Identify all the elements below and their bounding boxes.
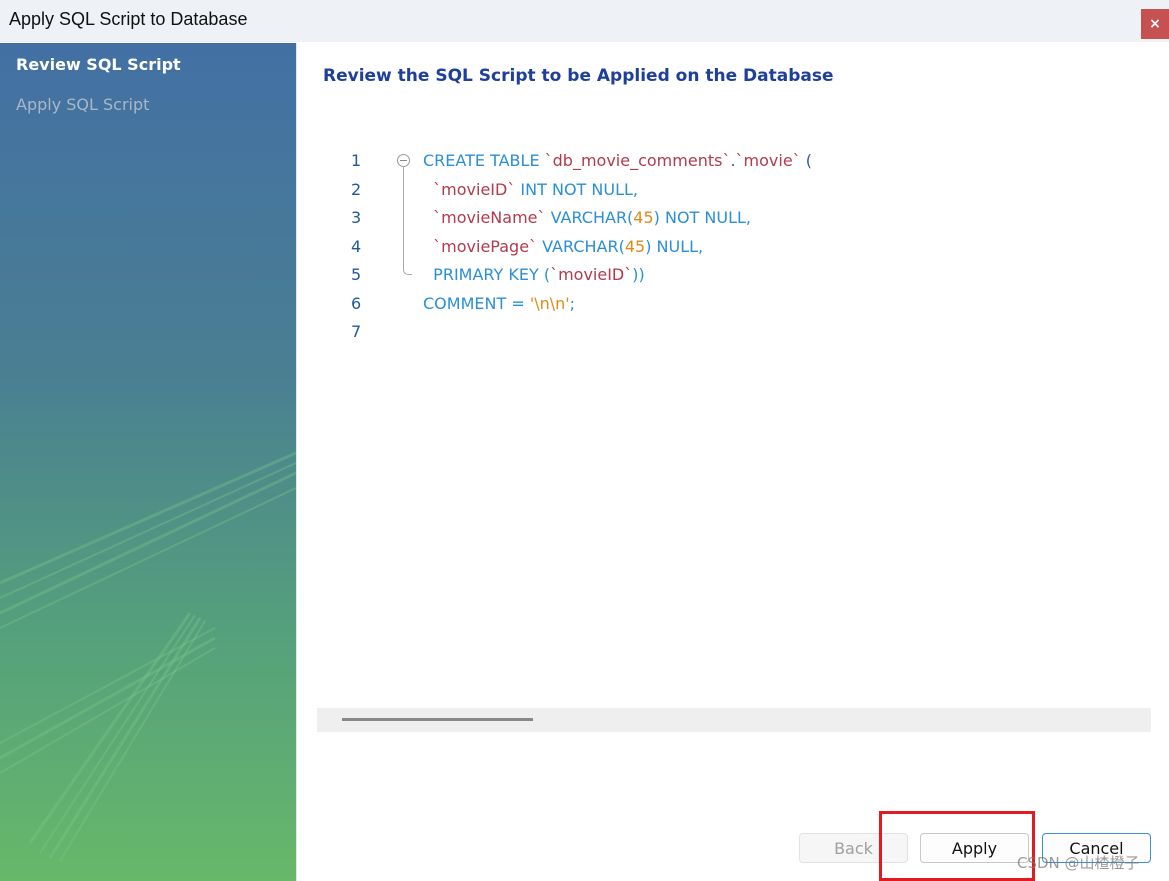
- code-text: PRIMARY KEY (`movieID`)): [423, 261, 645, 289]
- code-token: `db_movie_comments`: [544, 151, 731, 170]
- line-number: 5: [351, 265, 362, 284]
- window-title: Apply SQL Script to Database: [9, 9, 248, 29]
- code-line: 2 `movieID` INT NOT NULL,: [317, 176, 1151, 204]
- code-token: `movieID`: [423, 179, 516, 199]
- code-line: 3 `movieName` VARCHAR(45) NOT NULL,: [317, 204, 1151, 232]
- code-token: VARCHAR(: [537, 236, 625, 256]
- line-number: 4: [351, 236, 362, 256]
- close-button[interactable]: ×: [1141, 9, 1169, 39]
- code-token: `movieName`: [423, 208, 546, 227]
- code-token: ;: [569, 293, 576, 313]
- code-token: 45: [633, 208, 654, 227]
- code-token: 45: [624, 236, 646, 256]
- code-token: `movie`: [735, 151, 801, 170]
- page-heading: Review the SQL Script to be Applied on t…: [323, 66, 834, 86]
- sql-editor[interactable]: 1 CREATE TABLE `db_movie_comments`.`movie…: [317, 145, 1151, 705]
- code-line: 1 CREATE TABLE `db_movie_comments`.`movie…: [317, 147, 1151, 175]
- code-token: ) NOT NULL,: [653, 208, 751, 227]
- code-line: 5 PRIMARY KEY (`movieID`)): [317, 261, 1151, 289]
- line-number: 1: [351, 151, 362, 170]
- code-token: `moviePage`: [423, 236, 538, 256]
- code-token: COMMENT =: [423, 293, 530, 313]
- line-number: 3: [351, 208, 362, 227]
- line-number: 6: [351, 293, 362, 313]
- horizontal-scrollbar[interactable]: [317, 708, 1151, 732]
- sidebar-item-review-sql-script: Review SQL Script: [16, 55, 181, 74]
- annotation-highlight-box: [879, 811, 1035, 881]
- watermark: CSDN @山楂橙子: [1017, 854, 1140, 872]
- code-token: INT NOT NULL,: [515, 179, 638, 199]
- code-line: 4 `moviePage` VARCHAR(45) NULL,: [317, 233, 1151, 261]
- code-token: CREATE TABLE: [423, 151, 545, 170]
- code-text: COMMENT = '\n\n';: [423, 290, 575, 318]
- fold-guide-end: [403, 268, 412, 275]
- line-number: 2: [351, 179, 362, 199]
- code-line: 6 COMMENT = '\n\n';: [317, 290, 1151, 318]
- code-token: VARCHAR(: [545, 208, 634, 227]
- code-token: ) NULL,: [645, 236, 704, 256]
- code-token: (: [800, 151, 812, 170]
- code-line: 7: [317, 318, 1151, 346]
- close-icon: ×: [1149, 16, 1161, 32]
- line-number: 7: [351, 322, 362, 341]
- wizard-sidebar: Review SQL Script Apply SQL Script: [0, 43, 296, 881]
- decorative-background: [0, 451, 296, 862]
- code-token: '\n\n': [529, 293, 570, 313]
- code-text: `moviePage` VARCHAR(45) NULL,: [423, 233, 703, 261]
- code-token: PRIMARY KEY (: [423, 265, 551, 284]
- code-token: `movieID`: [550, 265, 633, 284]
- fold-guide-line: [403, 166, 404, 270]
- scrollbar-thumb[interactable]: [342, 718, 533, 721]
- code-text: CREATE TABLE `db_movie_comments`.`movie`…: [423, 147, 812, 175]
- sidebar-divider: [296, 43, 297, 881]
- code-text: `movieID` INT NOT NULL,: [423, 176, 638, 204]
- title-bar: Apply SQL Script to Database ×: [0, 0, 1169, 42]
- code-text: `movieName` VARCHAR(45) NOT NULL,: [423, 204, 751, 232]
- code-token: )): [632, 265, 645, 284]
- sidebar-item-apply-sql-script: Apply SQL Script: [16, 95, 150, 114]
